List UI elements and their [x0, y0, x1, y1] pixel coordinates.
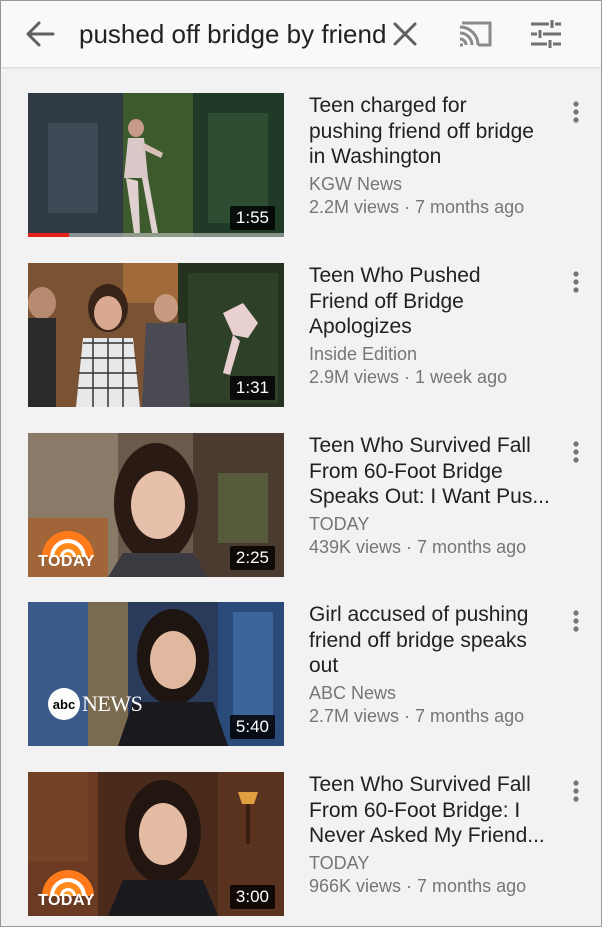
- video-thumbnail[interactable]: abc NEWS 5:40: [28, 602, 284, 746]
- video-title-line: Teen charged for: [309, 94, 467, 117]
- more-vertical-icon: [573, 101, 579, 123]
- video-result-3[interactable]: TODAY 2:25 Teen Who Survived Fall From 6…: [1, 433, 601, 583]
- more-options-button[interactable]: [563, 606, 589, 636]
- video-meta: 966K views · 7 months ago: [309, 876, 527, 896]
- more-vertical-icon: [573, 780, 579, 802]
- video-meta: 2.2M views · 7 months ago: [309, 197, 525, 217]
- video-thumbnail[interactable]: TODAY 2:25: [28, 433, 284, 577]
- video-thumbnail[interactable]: 1:31: [28, 263, 284, 407]
- video-title-line: in Washington: [309, 145, 442, 168]
- clear-search-button[interactable]: [385, 14, 425, 54]
- video-thumbnail[interactable]: 1:55: [28, 93, 284, 237]
- video-title-line: friend off bridge speaks: [309, 628, 527, 652]
- more-options-button[interactable]: [563, 776, 589, 806]
- more-vertical-icon: [573, 271, 579, 293]
- video-result-5[interactable]: TODAY 3:00 Teen Who Survived Fall From 6…: [1, 772, 601, 922]
- watch-progress-fill: [28, 233, 69, 237]
- video-result-1[interactable]: 1:55 Teen charged for pushing friend off…: [1, 93, 601, 243]
- video-title[interactable]: Teen Who Pushed Friend off Bridge Apolog…: [309, 263, 559, 340]
- more-options-button[interactable]: [563, 267, 589, 297]
- video-title[interactable]: Teen charged for pushing friend off brid…: [309, 93, 559, 170]
- video-duration: 1:31: [229, 376, 275, 400]
- video-title-line: From 60-Foot Bridge: [309, 459, 503, 483]
- video-duration: 3:00: [229, 885, 275, 909]
- news-logo-word: NEWS: [82, 691, 143, 716]
- channel-name: Inside Edition: [309, 344, 418, 364]
- video-meta: 439K views · 7 months ago: [309, 537, 527, 557]
- video-title-line: Teen Who Survived Fall: [309, 773, 531, 796]
- video-title[interactable]: Teen Who Survived Fall From 60-Foot Brid…: [309, 772, 559, 849]
- video-title-line: From 60-Foot Bridge: I: [309, 798, 521, 822]
- arrow-left-icon: [26, 21, 55, 47]
- today-logo: TODAY: [36, 866, 100, 910]
- video-duration: 1:55: [229, 206, 275, 230]
- search-query-input[interactable]: pushed off bridge by friend: [79, 17, 386, 51]
- video-title[interactable]: Girl accused of pushing friend off bridg…: [309, 602, 559, 679]
- more-vertical-icon: [573, 441, 579, 463]
- video-title-line: out: [309, 654, 339, 677]
- channel-name: TODAY: [309, 514, 370, 534]
- video-title-line: Teen Who Survived Fall: [309, 434, 531, 457]
- video-title-line: Never Asked My Friend...: [309, 824, 545, 847]
- filter-button[interactable]: [523, 13, 569, 55]
- more-options-button[interactable]: [563, 97, 589, 127]
- video-thumbnail[interactable]: TODAY 3:00: [28, 772, 284, 916]
- video-title-line: Teen Who Pushed: [309, 264, 481, 287]
- video-title-line: Apologizes: [309, 315, 412, 338]
- logo-text: TODAY: [38, 553, 95, 570]
- video-title-line: Speaks Out: I Want Pus...: [309, 485, 550, 508]
- video-duration: 2:25: [229, 546, 275, 570]
- video-meta: 2.7M views · 7 months ago: [309, 706, 525, 726]
- video-title-line: Girl accused of pushing: [309, 603, 529, 626]
- cast-icon: [459, 21, 492, 47]
- logo-text: TODAY: [38, 892, 95, 909]
- channel-name: ABC News: [309, 683, 397, 703]
- video-title-line: Friend off Bridge: [309, 289, 464, 313]
- video-result-2[interactable]: 1:31 Teen Who Pushed Friend off Bridge A…: [1, 263, 601, 413]
- watch-progress-track: [28, 233, 284, 237]
- today-logo: TODAY: [36, 527, 100, 571]
- filter-sliders-icon: [531, 20, 561, 48]
- abc-logo-mark: abc: [48, 688, 80, 720]
- video-meta: 2.9M views · 1 week ago: [309, 367, 508, 387]
- video-duration: 5:40: [229, 715, 275, 739]
- channel-name: TODAY: [309, 853, 370, 873]
- close-icon: [393, 22, 417, 46]
- cast-button[interactable]: [452, 13, 498, 55]
- search-app-bar: pushed off bridge by friend: [1, 1, 601, 67]
- more-vertical-icon: [573, 610, 579, 632]
- more-options-button[interactable]: [563, 437, 589, 467]
- abc-news-logo: abc NEWS: [48, 688, 143, 720]
- video-title[interactable]: Teen Who Survived Fall From 60-Foot Brid…: [309, 433, 559, 510]
- video-title-line: pushing friend off bridge: [309, 119, 534, 143]
- back-button[interactable]: [19, 14, 61, 54]
- channel-name: KGW News: [309, 174, 403, 194]
- video-result-4[interactable]: abc NEWS 5:40 Girl accused of pushing fr…: [1, 602, 601, 752]
